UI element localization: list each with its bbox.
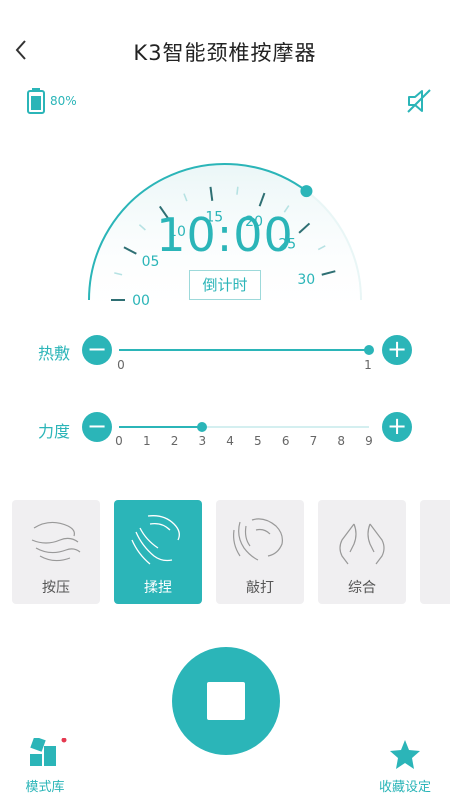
heat-track[interactable] [119,349,369,351]
mode-label: 按压 [42,580,70,596]
heat-min-label: 0 [117,358,125,372]
intensity-slider-row: 力度 − 0 1 2 3 4 5 6 7 8 9 + [0,398,450,458]
page-title: K3智能颈椎按摩器 [133,41,317,65]
header: K3智能颈椎按摩器 [0,0,450,100]
notification-dot [61,738,67,743]
dial-knob [300,185,313,198]
tab-mode-library[interactable]: 模式库 [22,738,68,795]
heat-slider-row: 热敷 − 0 1 + [0,320,450,380]
intensity-plus-button[interactable]: + [382,412,412,442]
mode-card-tap[interactable]: 敲打 [216,500,304,604]
intensity-minus-button[interactable]: − [82,412,112,442]
intensity-tick-label: 6 [281,434,290,448]
tap-hands-icon [233,518,283,561]
mode-card-press[interactable]: 按压 [12,500,100,604]
knead-hands-icon [131,515,180,565]
intensity-tick-label: 7 [309,434,318,448]
heat-plus-button[interactable]: + [382,335,412,365]
countdown-button[interactable]: 倒计时 [189,270,261,300]
grid-squares-icon [30,738,67,766]
intensity-label: 力度 [38,422,71,441]
mode-label: 揉捏 [144,580,172,596]
tab-favorites[interactable]: 收藏设定 [377,738,433,795]
intensity-thumb[interactable] [197,422,208,432]
intensity-track-fill [119,426,203,428]
timer-display: 10:00 [156,208,294,262]
heat-thumb[interactable] [364,345,374,355]
intensity-tick-label: 3 [198,434,207,448]
intensity-tick-label: 5 [254,434,262,448]
combo-hands-icon [339,523,385,565]
stop-button[interactable] [172,647,280,755]
intensity-tick-label: 8 [337,434,346,448]
dial-tick [236,186,239,195]
heat-max-label: 1 [364,358,372,372]
intensity-tick-label: 1 [142,434,151,448]
heat-minus-button[interactable]: − [82,335,112,365]
intensity-tick-label: 0 [115,434,123,448]
star-icon [390,740,420,769]
tab-label: 收藏设定 [378,780,431,795]
intensity-tick-label: 4 [226,434,234,448]
intensity-tick-label: 2 [170,434,179,448]
stop-icon [207,682,245,720]
mode-list: 按压 揉捏 敲打 综合 [0,500,450,610]
dial-scale-label: 00 [132,293,150,309]
intensity-tick-label: 9 [365,434,373,448]
mode-card-knead[interactable]: 揉捏 [114,500,202,604]
mode-label: 综合 [348,580,376,596]
tab-label: 模式库 [25,780,65,795]
heat-label: 热敷 [38,344,71,363]
mode-label: 敲打 [246,580,274,596]
mode-card-more[interactable] [420,500,450,604]
press-hands-icon [31,521,81,562]
dial-scale-label: 30 [297,272,315,288]
mode-card-combo[interactable]: 综合 [318,500,406,604]
